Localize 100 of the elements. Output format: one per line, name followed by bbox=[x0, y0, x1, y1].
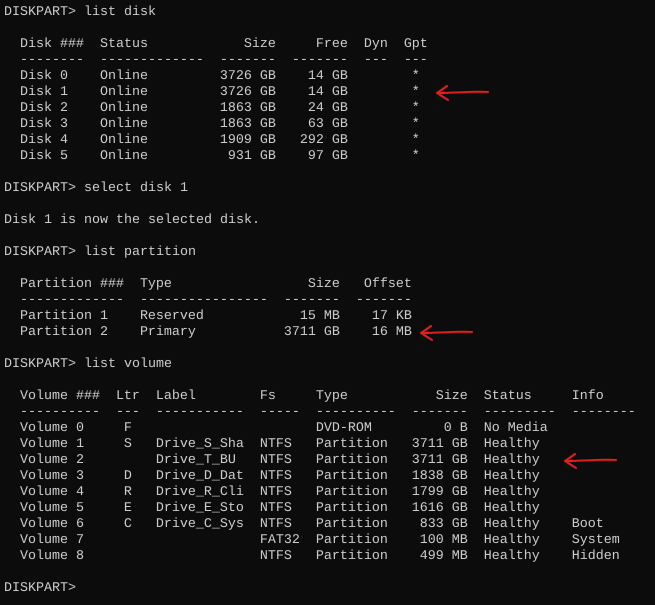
column-header: Size bbox=[244, 37, 276, 52]
header-rule: ------- bbox=[220, 53, 276, 68]
table-cell: Volume 6 bbox=[20, 517, 84, 532]
table-cell: Disk 0 bbox=[20, 69, 68, 84]
table-cell: Healthy bbox=[484, 453, 540, 468]
table-cell: 3726 GB bbox=[220, 69, 276, 84]
table-cell: Partition bbox=[316, 517, 388, 532]
table-cell: Volume 8 bbox=[20, 549, 84, 564]
header-rule: ----------- bbox=[156, 405, 244, 420]
column-header: Gpt bbox=[404, 37, 428, 52]
table-cell: Volume 0 bbox=[20, 421, 84, 436]
column-header: Partition ### bbox=[20, 277, 124, 292]
table-cell: No Media bbox=[484, 421, 548, 436]
table-cell: * bbox=[412, 101, 420, 116]
table-cell: Healthy bbox=[484, 533, 540, 548]
table-cell: Reserved bbox=[140, 309, 204, 324]
table-cell: FAT32 bbox=[260, 533, 300, 548]
header-rule: ------- bbox=[412, 405, 468, 420]
table-cell: Partition bbox=[316, 533, 388, 548]
table-cell: Healthy bbox=[484, 517, 540, 532]
table-cell: Volume 5 bbox=[20, 501, 84, 516]
table-cell: 833 GB bbox=[420, 517, 468, 532]
table-cell: Online bbox=[100, 69, 148, 84]
table-cell: Hidden bbox=[572, 549, 620, 564]
table-cell: C bbox=[124, 517, 132, 532]
header-rule: ------- bbox=[356, 293, 412, 308]
table-cell: 14 GB bbox=[308, 69, 348, 84]
table-cell: Drive_R_Cli bbox=[156, 485, 244, 500]
table-cell: Disk 4 bbox=[20, 133, 68, 148]
header-rule: ---------------- bbox=[140, 293, 268, 308]
header-rule: ------- bbox=[284, 293, 340, 308]
table-cell: Volume 1 bbox=[20, 437, 84, 452]
table-cell: DVD-ROM bbox=[316, 421, 372, 436]
table-cell: 3726 GB bbox=[220, 85, 276, 100]
output-message: Disk 1 is now the selected disk. bbox=[4, 213, 260, 229]
table-cell: Boot bbox=[572, 517, 604, 532]
table-cell: Disk 3 bbox=[20, 117, 68, 132]
table-cell: Drive_S_Sha bbox=[156, 437, 244, 452]
table-cell: Volume 2 bbox=[20, 453, 84, 468]
table-cell: NTFS bbox=[260, 517, 292, 532]
table-cell: 100 MB bbox=[420, 533, 468, 548]
table-cell: * bbox=[412, 69, 420, 84]
table-cell: NTFS bbox=[260, 549, 292, 564]
command-line: DISKPART> list disk bbox=[4, 5, 156, 21]
table-cell: Drive_T_BU bbox=[156, 453, 236, 468]
column-header: Free bbox=[316, 37, 348, 52]
column-header: Size bbox=[308, 277, 340, 292]
table-cell: Partition bbox=[316, 453, 388, 468]
column-header: Ltr bbox=[116, 389, 140, 404]
table-cell: Volume 7 bbox=[20, 533, 84, 548]
table-cell: 3711 GB bbox=[412, 453, 468, 468]
header-rule: ------- bbox=[292, 53, 348, 68]
table-cell: 15 MB bbox=[300, 309, 340, 324]
table-cell: Drive_D_Dat bbox=[156, 469, 244, 484]
header-rule: --- bbox=[364, 53, 388, 68]
table-cell: Healthy bbox=[484, 501, 540, 516]
table-cell: 14 GB bbox=[308, 85, 348, 100]
header-rule: --- bbox=[116, 405, 140, 420]
table-cell: Partition bbox=[316, 437, 388, 452]
command-prompt: DISKPART> bbox=[4, 581, 76, 597]
table-cell: System bbox=[572, 533, 620, 548]
header-rule: -------- bbox=[572, 405, 636, 420]
table-cell: 1909 GB bbox=[220, 133, 276, 148]
header-rule: ---------- bbox=[316, 405, 396, 420]
header-rule: -------- bbox=[20, 53, 84, 68]
table-cell: Volume 3 bbox=[20, 469, 84, 484]
table-cell: * bbox=[412, 117, 420, 132]
arrow-annotation bbox=[434, 85, 490, 101]
header-rule: ------------- bbox=[20, 293, 124, 308]
table-cell: 1616 GB bbox=[412, 501, 468, 516]
arrow-annotation bbox=[562, 453, 618, 469]
table-cell: NTFS bbox=[260, 453, 292, 468]
table-cell: Healthy bbox=[484, 485, 540, 500]
table-cell: Online bbox=[100, 117, 148, 132]
command-line: DISKPART> list partition bbox=[4, 245, 196, 261]
table-cell: Volume 4 bbox=[20, 485, 84, 500]
table-cell: 97 GB bbox=[308, 149, 348, 164]
column-header: Info bbox=[572, 389, 604, 404]
table-cell: * bbox=[412, 85, 420, 100]
table-cell: Healthy bbox=[484, 469, 540, 484]
column-header: Status bbox=[100, 37, 148, 52]
table-cell: D bbox=[124, 469, 132, 484]
table-cell: * bbox=[412, 133, 420, 148]
table-cell: E bbox=[124, 501, 132, 516]
table-cell: Partition bbox=[316, 501, 388, 516]
table-cell: Primary bbox=[140, 325, 196, 340]
table-cell: NTFS bbox=[260, 437, 292, 452]
table-cell: Online bbox=[100, 133, 148, 148]
table-cell: 16 MB bbox=[372, 325, 412, 340]
header-rule: ----- bbox=[260, 405, 300, 420]
table-cell: 931 GB bbox=[228, 149, 276, 164]
column-header: Offset bbox=[364, 277, 412, 292]
column-header: Volume ### bbox=[20, 389, 100, 404]
table-cell: 3711 GB bbox=[412, 437, 468, 452]
header-rule: ------------- bbox=[100, 53, 204, 68]
table-cell: Online bbox=[100, 149, 148, 164]
table-cell: Online bbox=[100, 101, 148, 116]
table-cell: Healthy bbox=[484, 437, 540, 452]
table-cell: 292 GB bbox=[300, 133, 348, 148]
column-header: Size bbox=[436, 389, 468, 404]
